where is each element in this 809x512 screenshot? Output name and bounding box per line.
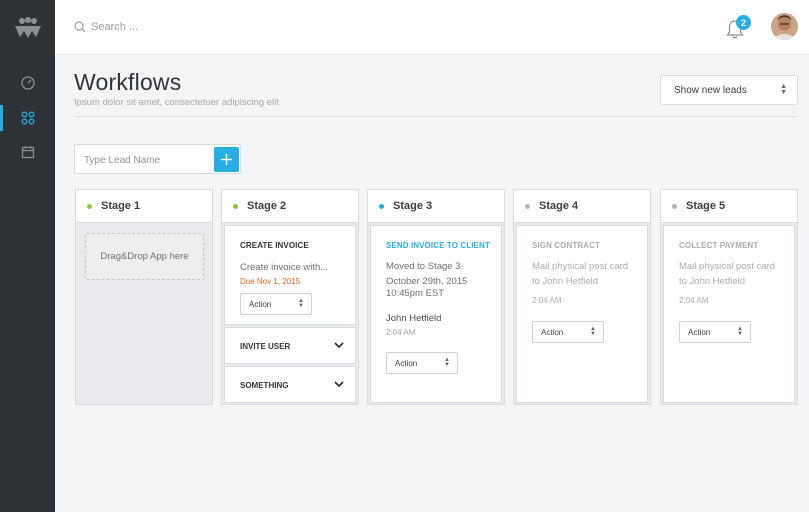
action-label: Action	[395, 358, 418, 368]
stage-header: Stage 5	[661, 190, 797, 223]
card-text: Mail physical post card	[532, 261, 629, 272]
action-select[interactable]: Action ▲ ▼	[386, 352, 458, 374]
header-divider	[74, 116, 798, 117]
search-icon	[74, 21, 86, 33]
chevron-down-icon[interactable]	[334, 380, 344, 388]
card-title: CREATE INVOICE	[240, 241, 309, 250]
stage-status-dot	[233, 203, 238, 209]
notification-badge: 2	[736, 15, 751, 30]
task-card[interactable]: COLLECT PAYMENT Mail physical post card …	[663, 225, 795, 403]
logo-icon	[14, 16, 41, 38]
add-lead-button[interactable]	[214, 147, 239, 172]
select-arrows-icon: ▲ ▼	[298, 298, 304, 309]
logo[interactable]	[0, 0, 55, 55]
stage-header: Stage 2	[222, 190, 358, 223]
card-title: SIGN CONTRACT	[532, 241, 600, 250]
stage-header: Stage 4	[514, 190, 650, 223]
sidebar-item-workflows[interactable]	[0, 103, 55, 133]
leads-filter-label: Show new leads	[674, 84, 747, 96]
card-text: to John Hetfield	[679, 276, 746, 287]
sidebar	[0, 0, 55, 512]
chevron-down-icon[interactable]	[334, 341, 344, 349]
task-card[interactable]: CREATE INVOICE Create invoice with... Du…	[224, 225, 356, 325]
stage-title: Stage 5	[686, 200, 726, 212]
speedometer-icon	[20, 76, 35, 90]
select-arrows-icon: ▲ ▼	[737, 326, 743, 337]
stage-column-1: Stage 1 Drag&Drop App here	[75, 189, 213, 405]
leads-filter-select[interactable]: Show new leads ▲ ▼	[660, 75, 798, 105]
card-timestamp: 2:04 AM	[679, 296, 709, 305]
card-text: Moved to Stage 3	[386, 261, 461, 272]
stage-column-2: Stage 2 CREATE INVOICE Create invoice wi…	[221, 189, 359, 405]
card-timestamp: 2:04 AM	[386, 328, 416, 337]
card-title: SEND INVOICE TO CLIENT	[386, 241, 490, 250]
sidebar-item-calendar[interactable]	[0, 137, 55, 167]
stage-title: Stage 3	[393, 200, 433, 212]
stage-column-5: Stage 5 COLLECT PAYMENT Mail physical po…	[660, 189, 798, 405]
card-title: SOMETHING	[240, 381, 289, 390]
action-label: Action	[249, 299, 272, 309]
stage-header: Stage 1	[76, 190, 212, 223]
avatar[interactable]	[771, 13, 798, 40]
due-date: Due Nov 1, 2015	[240, 277, 301, 286]
select-arrows-icon: ▲ ▼	[590, 326, 596, 337]
collapsed-card[interactable]: SOMETHING	[224, 366, 356, 403]
card-timestamp: 2:04 AM	[532, 296, 562, 305]
card-text: to John Hetfield	[532, 276, 599, 287]
stage-status-dot	[87, 203, 92, 209]
search-input[interactable]	[91, 16, 391, 38]
calendar-icon	[21, 146, 34, 159]
stage-title: Stage 4	[539, 200, 579, 212]
page-title: Workflows	[74, 69, 182, 95]
stage-column-4: Stage 4 SIGN CONTRACT Mail physical post…	[513, 189, 651, 405]
card-title: INVITE USER	[240, 342, 291, 351]
lead-name-input[interactable]	[84, 151, 209, 169]
stage-status-dot	[525, 203, 530, 209]
collapsed-card[interactable]: INVITE USER	[224, 327, 356, 364]
lead-name-box	[74, 144, 241, 174]
stage-header: Stage 3	[368, 190, 504, 223]
stage-title: Stage 2	[247, 200, 287, 212]
task-card[interactable]: SEND INVOICE TO CLIENT Moved to Stage 3 …	[370, 225, 502, 403]
stage-title: Stage 1	[101, 200, 141, 212]
workflow-icon	[21, 111, 34, 125]
sidebar-item-dashboard[interactable]	[0, 68, 55, 98]
top-bar: 2	[55, 0, 809, 55]
action-label: Action	[541, 327, 564, 337]
page-subtitle: Ipsum dolor sit amet, consectetuer adipi…	[74, 97, 279, 108]
stage-status-dot	[379, 203, 384, 209]
card-text: Mail physical post card	[679, 261, 776, 272]
stage-column-3: Stage 3 SEND INVOICE TO CLIENT Moved to …	[367, 189, 505, 405]
card-person: John Hetfield	[386, 313, 442, 324]
select-arrows-icon: ▲ ▼	[444, 357, 450, 368]
action-label: Action	[688, 327, 711, 337]
drop-zone[interactable]: Drag&Drop App here	[85, 233, 204, 280]
plus-icon	[221, 154, 232, 165]
select-arrows-icon: ▲ ▼	[780, 83, 787, 96]
action-select[interactable]: Action ▲ ▼	[240, 293, 312, 315]
stage-status-dot	[672, 203, 677, 209]
user-photo-icon	[771, 13, 798, 40]
action-select[interactable]: Action ▲ ▼	[532, 321, 604, 343]
card-time: 10:45pm EST	[386, 288, 445, 299]
card-text: Create invoice with...	[240, 262, 329, 273]
action-select[interactable]: Action ▲ ▼	[679, 321, 751, 343]
task-card[interactable]: SIGN CONTRACT Mail physical post card to…	[516, 225, 648, 403]
card-title: COLLECT PAYMENT	[679, 241, 759, 250]
